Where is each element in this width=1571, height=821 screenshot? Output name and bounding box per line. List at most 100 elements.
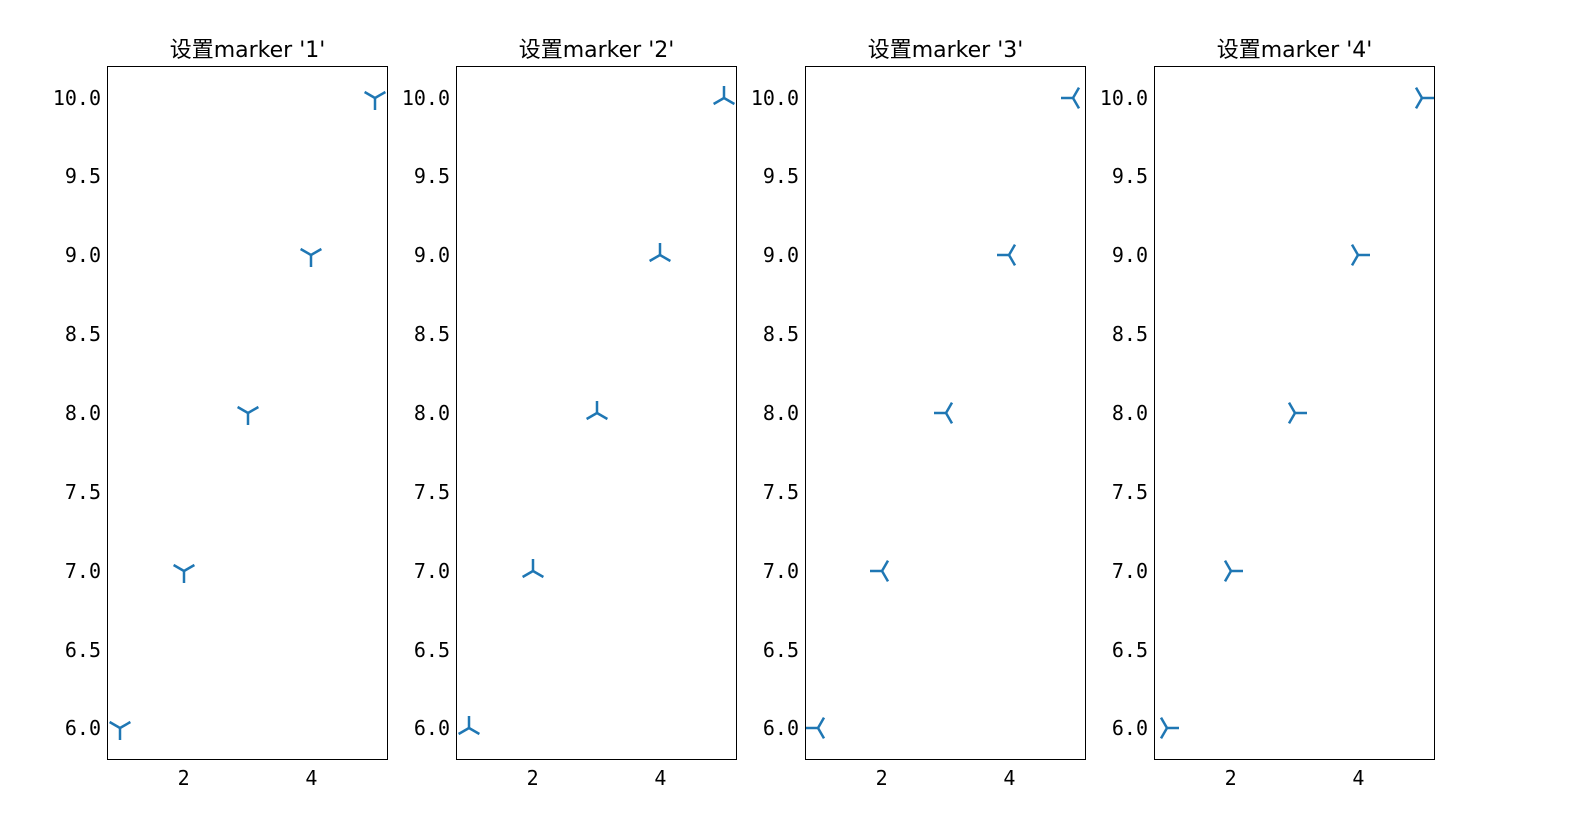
y-tick-label: 9.5 xyxy=(65,164,101,188)
data-marker xyxy=(1409,85,1435,111)
data-marker xyxy=(711,85,737,111)
y-tick-label: 9.5 xyxy=(1112,164,1148,188)
y-tick-label: 6.0 xyxy=(65,716,101,740)
y-tick-label: 8.0 xyxy=(414,401,450,425)
y-tick: 8.0 xyxy=(414,401,456,425)
y-tick: 10.0 xyxy=(402,86,456,110)
y-tick-label: 7.0 xyxy=(65,559,101,583)
y-tick: 6.0 xyxy=(763,716,805,740)
y-tick-label: 7.5 xyxy=(1112,480,1148,504)
x-tick-label: 2 xyxy=(876,766,888,790)
y-tick: 7.5 xyxy=(763,480,805,504)
y-tick: 8.0 xyxy=(1112,401,1154,425)
x-tick: 2 xyxy=(876,760,888,790)
data-marker xyxy=(520,558,546,584)
x-tick: 4 xyxy=(1352,760,1364,790)
y-tick: 10.0 xyxy=(1100,86,1154,110)
y-tick-label: 9.0 xyxy=(414,243,450,267)
y-tick: 6.5 xyxy=(414,638,456,662)
y-tick-label: 7.0 xyxy=(1112,559,1148,583)
x-tick: 2 xyxy=(178,760,190,790)
y-tick: 8.5 xyxy=(763,322,805,346)
data-marker xyxy=(362,85,388,111)
data-marker xyxy=(869,558,895,584)
y-tick-label: 6.0 xyxy=(763,716,799,740)
y-tick-label: 7.5 xyxy=(414,480,450,504)
y-tick: 7.5 xyxy=(414,480,456,504)
y-tick-label: 9.5 xyxy=(414,164,450,188)
y-tick: 6.0 xyxy=(65,716,107,740)
y-tick-label: 7.5 xyxy=(65,480,101,504)
y-tick: 9.0 xyxy=(763,243,805,267)
y-tick-label: 9.0 xyxy=(763,243,799,267)
y-tick-label: 10.0 xyxy=(53,86,101,110)
y-tick-label: 8.0 xyxy=(65,401,101,425)
y-tick-label: 8.5 xyxy=(65,322,101,346)
y-tick-label: 8.5 xyxy=(1112,322,1148,346)
y-tick: 9.5 xyxy=(763,164,805,188)
chart-title: 设置marker '4' xyxy=(1154,32,1435,64)
chart-title: 设置marker '2' xyxy=(456,32,737,64)
y-tick: 9.5 xyxy=(65,164,107,188)
y-tick: 7.0 xyxy=(65,559,107,583)
y-tick-label: 8.0 xyxy=(1112,401,1148,425)
data-marker xyxy=(1345,242,1371,268)
data-marker xyxy=(1218,558,1244,584)
data-marker xyxy=(171,558,197,584)
y-tick: 6.5 xyxy=(763,638,805,662)
y-tick-label: 7.0 xyxy=(414,559,450,583)
x-tick: 4 xyxy=(1003,760,1015,790)
chart-title: 设置marker '3' xyxy=(805,32,1086,64)
figure: 设置marker '1' 6.0 6.5 7.0 7.5 8.0 8.5 9.0 9.5 10.0… xyxy=(0,0,1571,821)
x-tick-label: 4 xyxy=(305,766,317,790)
y-tick-label: 10.0 xyxy=(751,86,799,110)
data-marker xyxy=(1282,400,1308,426)
y-tick: 6.5 xyxy=(65,638,107,662)
y-tick-label: 6.5 xyxy=(414,638,450,662)
data-marker xyxy=(933,400,959,426)
y-tick-label: 10.0 xyxy=(1100,86,1148,110)
subplot-4: 设置marker '4'6.06.57.07.58.08.59.09.510.0… xyxy=(1154,66,1435,760)
y-tick: 7.0 xyxy=(1112,559,1154,583)
y-tick: 10.0 xyxy=(53,86,107,110)
x-tick: 4 xyxy=(654,760,666,790)
y-tick: 8.5 xyxy=(65,322,107,346)
x-tick-label: 4 xyxy=(654,766,666,790)
y-tick-label: 8.5 xyxy=(414,322,450,346)
y-tick-label: 6.0 xyxy=(414,716,450,740)
data-marker xyxy=(996,242,1022,268)
subplot-2: 设置marker '2'6.06.57.07.58.08.59.09.510.0… xyxy=(456,66,737,760)
y-tick: 7.0 xyxy=(414,559,456,583)
y-tick: 9.0 xyxy=(65,243,107,267)
data-marker xyxy=(107,715,133,741)
data-marker xyxy=(298,242,324,268)
y-tick-label: 8.5 xyxy=(763,322,799,346)
data-marker xyxy=(647,242,673,268)
y-tick: 9.0 xyxy=(414,243,456,267)
y-tick: 7.5 xyxy=(65,480,107,504)
subplot-3: 设置marker '3'6.06.57.07.58.08.59.09.510.0… xyxy=(805,66,1086,760)
y-tick-label: 6.0 xyxy=(1112,716,1148,740)
y-tick: 8.5 xyxy=(1112,322,1154,346)
y-tick-label: 6.5 xyxy=(65,638,101,662)
chart-title: 设置marker '1' xyxy=(107,32,388,64)
y-tick-label: 8.0 xyxy=(763,401,799,425)
subplot-1: 设置marker '1'6.06.57.07.58.08.59.09.510.0… xyxy=(107,66,388,760)
y-tick-label: 7.0 xyxy=(763,559,799,583)
y-tick-label: 6.5 xyxy=(763,638,799,662)
y-tick: 8.0 xyxy=(763,401,805,425)
y-tick-label: 9.5 xyxy=(763,164,799,188)
y-tick-label: 10.0 xyxy=(402,86,450,110)
y-tick: 9.5 xyxy=(414,164,456,188)
data-marker xyxy=(1060,85,1086,111)
x-tick: 2 xyxy=(1225,760,1237,790)
y-tick: 10.0 xyxy=(751,86,805,110)
x-tick-label: 2 xyxy=(1225,766,1237,790)
x-tick-label: 4 xyxy=(1352,766,1364,790)
y-tick: 6.0 xyxy=(414,716,456,740)
x-tick-label: 2 xyxy=(527,766,539,790)
data-marker xyxy=(235,400,261,426)
data-marker xyxy=(584,400,610,426)
y-tick: 6.5 xyxy=(1112,638,1154,662)
data-marker xyxy=(456,715,482,741)
